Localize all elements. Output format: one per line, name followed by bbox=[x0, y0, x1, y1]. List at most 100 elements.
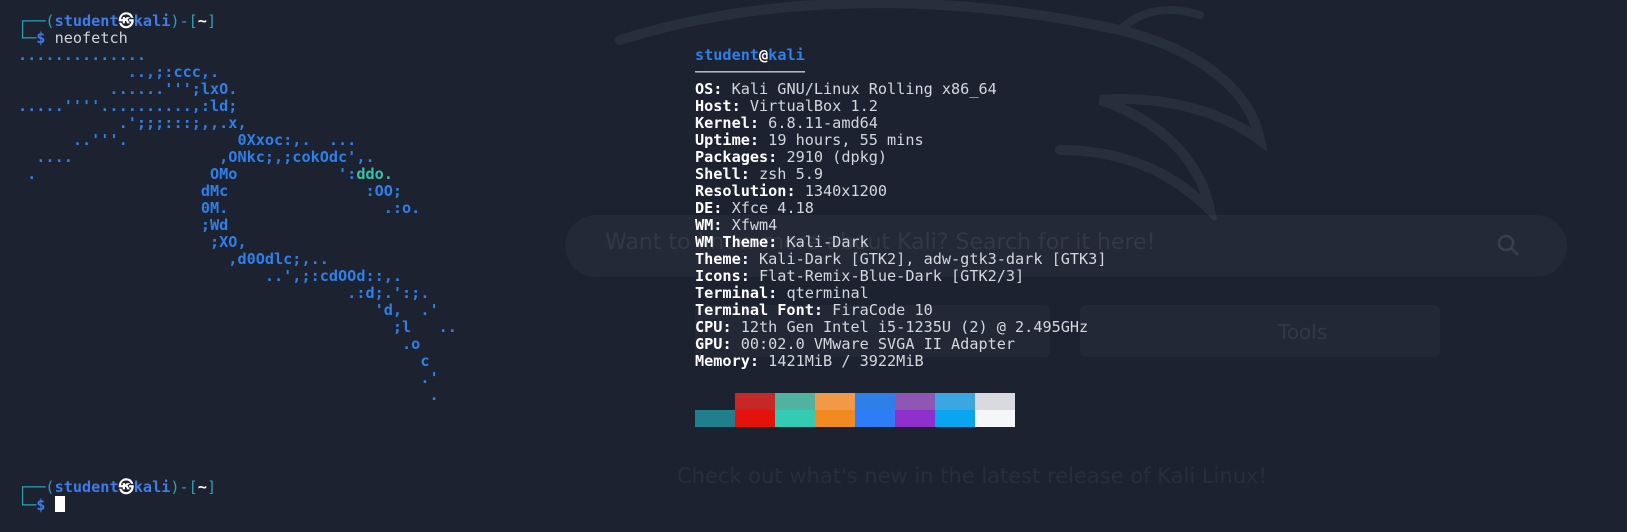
info-separator: : bbox=[713, 80, 732, 98]
info-row: Terminal: qterminal bbox=[695, 285, 869, 302]
info-value: VirtualBox 1.2 bbox=[749, 97, 878, 115]
info-key: Terminal bbox=[695, 284, 769, 302]
color-swatch bbox=[775, 410, 815, 427]
logo-line: .....''''..........,:ld; bbox=[18, 97, 238, 115]
info-separator: : bbox=[731, 97, 750, 115]
info-key: Host bbox=[695, 97, 732, 115]
info-value: 12th Gen Intel i5-1235U (2) @ 2.495GHz bbox=[740, 318, 1089, 336]
text-cursor[interactable] bbox=[54, 496, 65, 512]
color-swatch bbox=[815, 393, 855, 410]
logo-line: ..,;:ccc,. bbox=[18, 63, 220, 81]
logo-line: ;l .. bbox=[18, 318, 457, 336]
info-key: Shell bbox=[695, 165, 741, 183]
info-row: Shell: zsh 5.9 bbox=[695, 166, 823, 183]
neofetch-title: student@kali bbox=[695, 47, 805, 64]
background-news-text: Check out what's new in the latest relea… bbox=[677, 464, 1267, 488]
prompt-frame: └─ bbox=[18, 496, 37, 514]
prompt-dollar: $ bbox=[36, 29, 46, 47]
color-swatch bbox=[855, 410, 895, 427]
color-palette bbox=[695, 393, 1015, 427]
color-swatch bbox=[895, 410, 935, 427]
neofetch-host: kali bbox=[768, 46, 805, 64]
info-row: Terminal Font: FiraCode 10 bbox=[695, 302, 933, 319]
info-key: OS bbox=[695, 80, 714, 98]
color-swatch bbox=[735, 393, 775, 410]
info-key: Icons bbox=[695, 267, 741, 285]
info-key: WM bbox=[695, 216, 714, 234]
color-swatch bbox=[695, 410, 735, 427]
prompt-frame: ┌──( bbox=[18, 12, 55, 30]
logo-line: c bbox=[18, 352, 430, 370]
info-key: Packages bbox=[695, 148, 769, 166]
info-key: WM Theme bbox=[695, 233, 769, 251]
info-row: WM: Xfwm4 bbox=[695, 217, 777, 234]
logo-line: dMc :OO; bbox=[18, 182, 403, 200]
logo-line: ;XO, bbox=[18, 233, 247, 251]
info-separator: : bbox=[749, 114, 769, 132]
command-line-2[interactable]: └─$ bbox=[18, 496, 65, 514]
background-tools-label: Tools bbox=[1278, 320, 1328, 344]
neofetch-user: student bbox=[695, 46, 760, 64]
prompt-host: kali bbox=[133, 12, 171, 30]
color-swatch bbox=[895, 393, 935, 410]
info-value: 1340x1200 bbox=[804, 182, 888, 200]
color-swatch bbox=[935, 410, 975, 427]
info-separator: : bbox=[740, 250, 760, 268]
color-swatch bbox=[695, 393, 735, 410]
prompt-frame: ┌──( bbox=[18, 478, 55, 496]
logo-line: ;Wd bbox=[18, 216, 229, 234]
logo-line: .... ,ONkc;,;cokOdc',. bbox=[18, 148, 375, 166]
prompt-frame: ] bbox=[206, 478, 217, 496]
logo-line: ..',;:cdOOd::,. bbox=[18, 267, 403, 285]
info-separator: : bbox=[722, 318, 741, 336]
info-row: Resolution: 1340x1200 bbox=[695, 183, 887, 200]
info-value: Flat-Remix-Blue-Dark [GTK2/3] bbox=[759, 267, 1025, 285]
logo-line: .............. bbox=[18, 46, 147, 64]
entered-command: neofetch bbox=[54, 29, 128, 47]
info-key: Uptime bbox=[695, 131, 750, 149]
prompt-frame: └─ bbox=[18, 29, 37, 47]
info-value: Kali-Dark [GTK2], adw-gtk3-dark [GTK3] bbox=[759, 250, 1107, 268]
prompt-dir: ~ bbox=[197, 12, 207, 30]
info-key: Resolution bbox=[695, 182, 787, 200]
info-value: 6.8.11-amd64 bbox=[768, 114, 878, 132]
info-value: 19 hours, 55 mins bbox=[768, 131, 924, 149]
info-separator: : bbox=[768, 233, 787, 251]
logo-line: . bbox=[18, 386, 439, 404]
info-separator: : bbox=[786, 182, 805, 200]
info-row: Icons: Flat-Remix-Blue-Dark [GTK2/3] bbox=[695, 268, 1024, 285]
info-row: WM Theme: Kali-Dark bbox=[695, 234, 869, 251]
color-swatch bbox=[975, 410, 1015, 427]
info-row: DE: Xfce 4.18 bbox=[695, 200, 814, 217]
info-row: OS: Kali GNU/Linux Rolling x86_64 bbox=[695, 81, 997, 98]
logo-line: .' bbox=[18, 369, 439, 387]
prompt-frame: ] bbox=[206, 12, 217, 30]
info-row: CPU: 12th Gen Intel i5-1235U (2) @ 2.495… bbox=[695, 319, 1088, 336]
info-separator: : bbox=[722, 335, 741, 353]
color-swatch bbox=[855, 393, 895, 410]
search-icon bbox=[1497, 234, 1519, 256]
info-value: Xfwm4 bbox=[731, 216, 778, 234]
info-key: CPU bbox=[695, 318, 723, 336]
logo-line: ,d0Odlc;,.. bbox=[18, 250, 329, 268]
info-separator: : bbox=[749, 352, 769, 370]
logo-line: .';;;:::;,,.x, bbox=[18, 114, 247, 132]
logo-line: ..'''. 0Xxoc:,. ... bbox=[18, 131, 357, 149]
info-value: qterminal bbox=[786, 284, 869, 302]
prompt-skull-icon: ㉿ bbox=[118, 478, 134, 496]
prompt-frame: )-[ bbox=[170, 478, 198, 496]
prompt-skull-icon: ㉿ bbox=[118, 12, 134, 30]
info-key: Memory bbox=[695, 352, 750, 370]
info-separator: : bbox=[768, 284, 787, 302]
prompt-line-1: ┌──(student㉿kali)-[~] bbox=[18, 13, 216, 30]
prompt-dollar: $ bbox=[36, 496, 46, 514]
info-value: Kali GNU/Linux Rolling x86_64 bbox=[731, 80, 997, 98]
info-value: 1421MiB / 3922MiB bbox=[768, 352, 924, 370]
prompt-user: student bbox=[54, 478, 119, 496]
info-value: Kali-Dark bbox=[786, 233, 869, 251]
background-button-tools bbox=[1080, 305, 1440, 357]
prompt-user: student bbox=[54, 12, 119, 30]
color-swatch bbox=[975, 393, 1015, 410]
info-value: zsh 5.9 bbox=[759, 165, 824, 183]
info-key: Theme bbox=[695, 250, 741, 268]
